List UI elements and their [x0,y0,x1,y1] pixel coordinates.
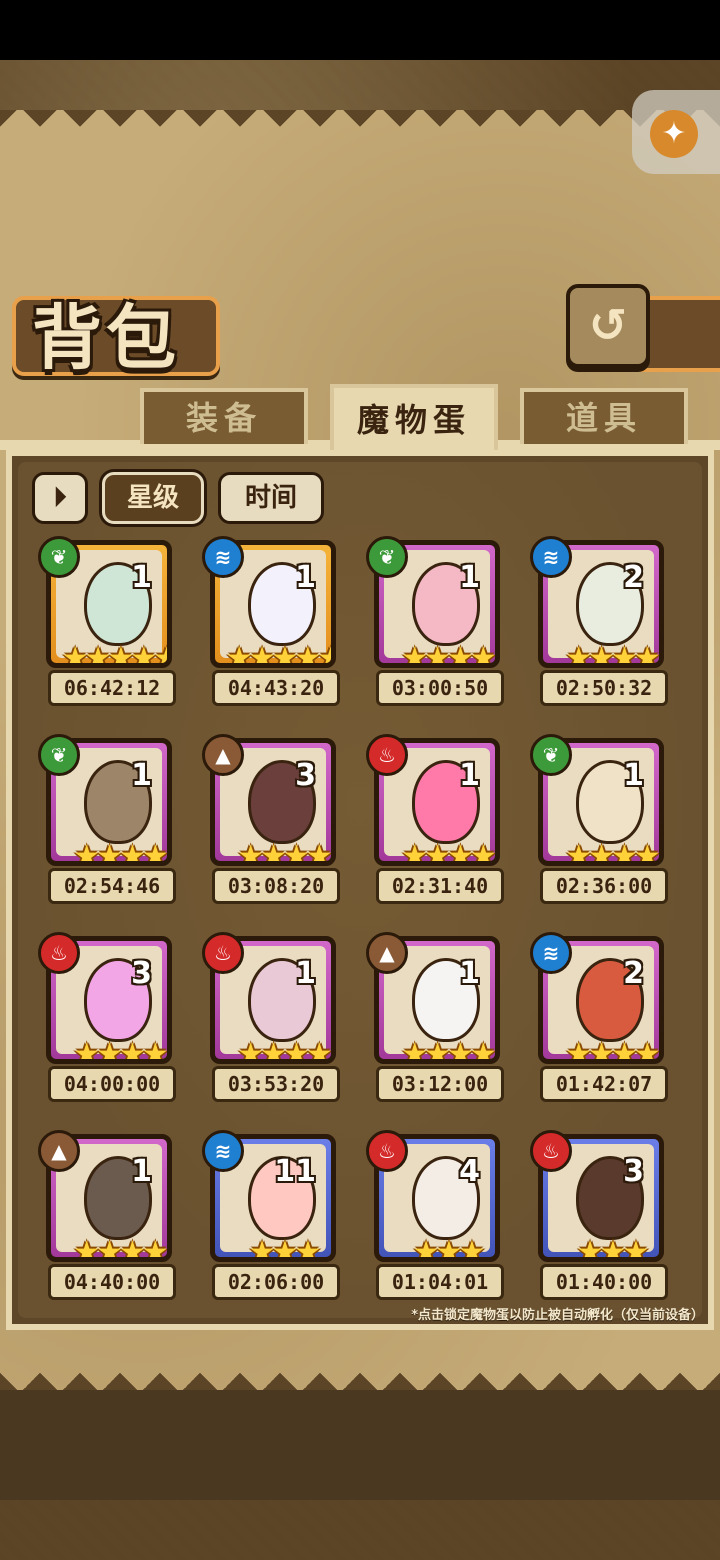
egg-slot[interactable]: ♨ 4 ★★★ 01:04:01 [366,1130,516,1302]
fire-element-icon: ♨ [202,932,244,974]
egg-count: 1 [459,758,480,793]
egg-slot[interactable]: ❦ 1 ★★★★ 02:54:46 [38,734,188,906]
water-element-icon: ≋ [202,1130,244,1172]
egg-count: 2 [623,956,644,991]
egg-count: 1 [623,758,644,793]
egg-hatch-timer: 03:12:00 [376,1066,504,1102]
torn-edge-top [0,110,720,138]
lock-hint-text: *点击锁定魔物蛋以防止被自动孵化（仅当前设备） [411,1308,704,1323]
back-button[interactable]: ↺ [566,284,650,368]
egg-count: 3 [131,956,152,991]
egg-star-rating: ★★★★ [565,641,659,668]
egg-star-rating: ★★★★ [237,1037,331,1064]
fire-element-icon: ♨ [38,932,80,974]
fire-element-icon: ♨ [366,734,408,776]
egg-hatch-timer: 02:31:40 [376,868,504,904]
egg-count: 2 [623,560,644,595]
egg-count: 1 [459,956,480,991]
egg-star-rating: ★★★ [576,1235,650,1262]
egg-slot[interactable]: ≋ 11 ★★★ 02:06:00 [202,1130,352,1302]
fire-element-icon: ♨ [366,1130,408,1172]
egg-star-rating: ★★★★ [565,1037,659,1064]
egg-count: 3 [623,1154,644,1189]
egg-slot[interactable]: ♨ 1 ★★★★ 03:53:20 [202,932,352,1104]
tab-monster-eggs[interactable]: 魔物蛋 [330,384,498,452]
egg-slot[interactable]: ≋ 2 ★★★★ 02:50:32 [530,536,680,708]
accessibility-person-icon: ✦ [650,110,698,158]
egg-slot[interactable]: ♨ 3 ★★★★ 04:00:00 [38,932,188,1104]
bottom-map-strip [0,1390,720,1500]
egg-slot[interactable]: ♨ 3 ★★★ 01:40:00 [530,1130,680,1302]
egg-hatch-timer: 04:40:00 [48,1264,176,1300]
egg-count: 1 [459,560,480,595]
earth-element-icon: ▲ [38,1130,80,1172]
egg-hatch-timer: 02:50:32 [540,670,668,706]
egg-count: 11 [274,1154,316,1189]
egg-hatch-timer: 01:40:00 [540,1264,668,1300]
egg-hatch-timer: 03:08:20 [212,868,340,904]
egg-hatch-timer: 01:04:01 [376,1264,504,1300]
egg-hatch-timer: 02:06:00 [212,1264,340,1300]
egg-star-rating: ★★★ [412,1235,486,1262]
egg-hatch-timer: 02:54:46 [48,868,176,904]
torn-edge-bottom [0,1362,720,1390]
grass-element-icon: ❦ [366,536,408,578]
egg-slot[interactable]: ▲ 1 ★★★★ 03:12:00 [366,932,516,1104]
sort-by-time-button[interactable]: 时间 [218,472,324,524]
egg-slot[interactable]: ▲ 3 ★★★★ 03:08:20 [202,734,352,906]
egg-hatch-timer: 02:36:00 [540,868,668,904]
earth-element-icon: ▲ [202,734,244,776]
egg-slot[interactable]: ❦ 1 ★★★★ 03:00:50 [366,536,516,708]
egg-star-rating: ★★★★ [73,839,167,866]
egg-star-rating: ★★★★ [565,839,659,866]
egg-hatch-timer: 01:42:07 [540,1066,668,1102]
accessibility-button[interactable]: ✦ [632,90,720,174]
egg-count: 3 [295,758,316,793]
sort-toggle-button[interactable]: ⏵ [32,472,88,524]
egg-star-rating: ★★★★ [73,1037,167,1064]
tab-equipment[interactable]: 装备 [140,388,308,444]
egg-star-rating: ★★★★★ [61,641,172,668]
egg-slot[interactable]: ♨ 1 ★★★★ 02:31:40 [366,734,516,906]
egg-count: 1 [295,956,316,991]
egg-count: 1 [131,1154,152,1189]
egg-slot[interactable]: ❦ 1 ★★★★★ 06:42:12 [38,536,188,708]
water-element-icon: ≋ [530,536,572,578]
water-element-icon: ≋ [530,932,572,974]
egg-count: 1 [131,560,152,595]
egg-star-rating: ★★★★ [401,839,495,866]
page-title: 背包 [32,296,180,379]
grass-element-icon: ❦ [38,536,80,578]
egg-star-rating: ★★★★ [73,1235,167,1262]
sort-toggle-icon: ⏵ [53,483,67,513]
sort-by-star-button[interactable]: 星级 [102,472,204,524]
egg-slot[interactable]: ≋ 2 ★★★★ 01:42:07 [530,932,680,1104]
egg-hatch-timer: 03:53:20 [212,1066,340,1102]
egg-slot[interactable]: ❦ 1 ★★★★ 02:36:00 [530,734,680,906]
egg-star-rating: ★★★★ [237,839,331,866]
egg-star-rating: ★★★ [248,1235,322,1262]
egg-hatch-timer: 03:00:50 [376,670,504,706]
water-element-icon: ≋ [202,536,244,578]
grass-element-icon: ❦ [530,734,572,776]
egg-count: 1 [131,758,152,793]
egg-hatch-timer: 04:00:00 [48,1066,176,1102]
egg-slot[interactable]: ▲ 1 ★★★★ 04:40:00 [38,1130,188,1302]
status-bar [0,0,720,60]
fire-element-icon: ♨ [530,1130,572,1172]
earth-element-icon: ▲ [366,932,408,974]
egg-hatch-timer: 06:42:12 [48,670,176,706]
back-arrow-icon: ↺ [588,298,628,352]
egg-star-rating: ★★★★ [401,1037,495,1064]
egg-count: 4 [459,1154,480,1189]
egg-star-rating: ★★★★★ [225,641,336,668]
egg-star-rating: ★★★★ [401,641,495,668]
tab-items[interactable]: 道具 [520,388,688,444]
grass-element-icon: ❦ [38,734,80,776]
egg-slot[interactable]: ≋ 1 ★★★★★ 04:43:20 [202,536,352,708]
egg-hatch-timer: 04:43:20 [212,670,340,706]
egg-count: 1 [295,560,316,595]
